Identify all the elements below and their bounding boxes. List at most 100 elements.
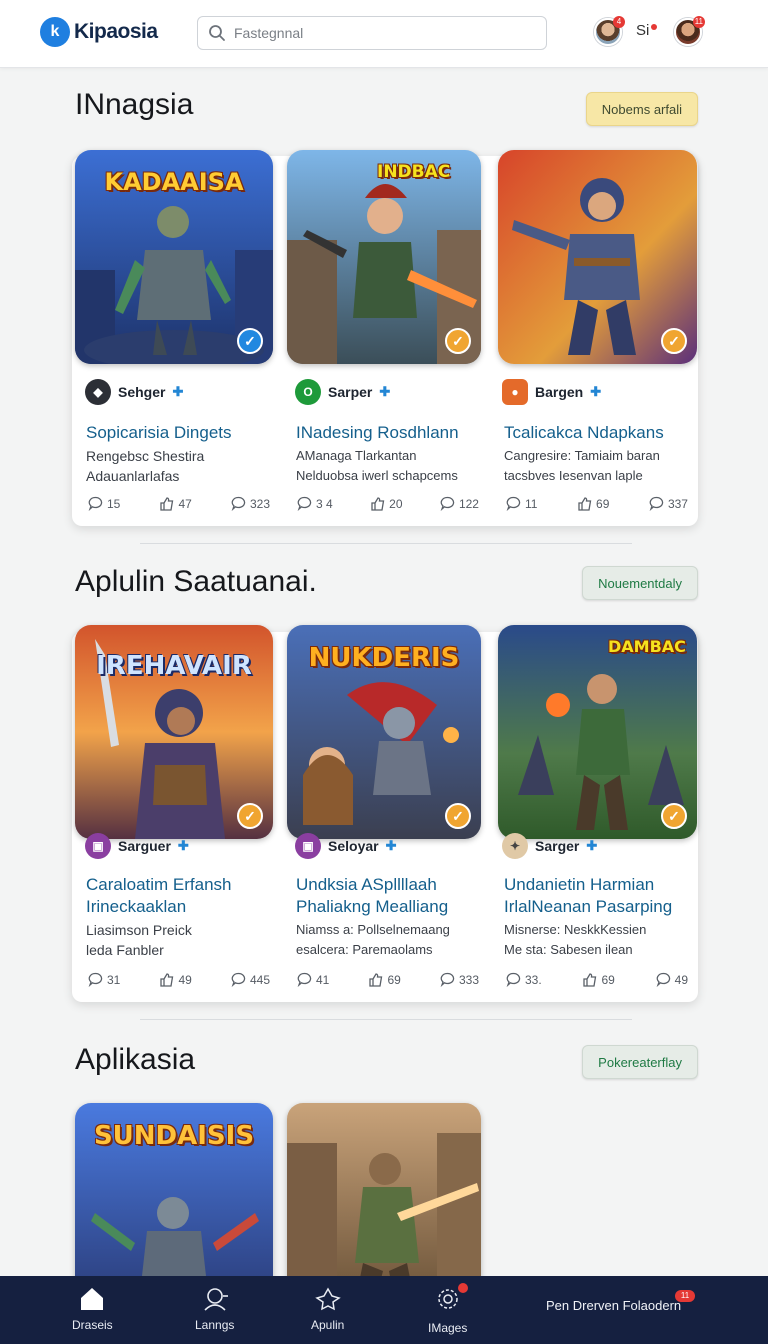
likes-stat[interactable]: 69	[368, 972, 401, 987]
comments-stat[interactable]: 15	[88, 496, 120, 511]
comment-icon	[231, 972, 246, 987]
app-logo[interactable]: k Kipaosia	[40, 16, 158, 48]
app-thumbnail[interactable]: KADAAISA ✓	[75, 150, 273, 364]
settings-icon-wrap	[434, 1283, 468, 1315]
thumbs-up-icon	[371, 497, 385, 511]
follow-icon[interactable]: ✚	[172, 384, 183, 400]
desc-line: Niamss a: Pollselnemaang	[296, 922, 450, 937]
user-avatar[interactable]: 4	[594, 16, 625, 46]
creator-info[interactable]: ✦ Sarger ✚	[502, 833, 597, 859]
desc-line: Me sta: Sabesen ilean	[504, 942, 633, 957]
creator-name: Sehger	[118, 384, 166, 400]
app-title[interactable]: Tcalicakca Ndapkans	[504, 422, 704, 444]
replies-stat[interactable]: 333	[440, 972, 479, 987]
follow-icon[interactable]: ✚	[178, 838, 189, 854]
creator-name: Sarguer	[118, 838, 171, 854]
follow-icon[interactable]: ✚	[379, 384, 390, 400]
verified-icon: ✓	[661, 803, 687, 829]
game-art-title: DAMBAC	[608, 637, 686, 656]
thumbs-up-icon	[160, 497, 174, 511]
replies-stat[interactable]: 445	[231, 972, 270, 987]
section-filter-button[interactable]: Nouementdaly	[582, 566, 698, 600]
reply-count: 333	[458, 972, 479, 987]
desc-line: AManaga Tlarkantan	[296, 448, 417, 463]
app-thumbnail[interactable]: DAMBAC ✓	[498, 625, 697, 839]
comment-icon	[656, 972, 670, 987]
section-filter-button[interactable]: Nobems arfali	[585, 92, 698, 126]
follow-icon[interactable]: ✚	[590, 384, 601, 400]
nav-apps[interactable]: Apulin	[311, 1286, 344, 1332]
creator-info[interactable]: O Sarper ✚	[295, 379, 390, 405]
thumbs-up-icon	[578, 497, 592, 511]
replies-stat[interactable]: 49	[656, 972, 688, 987]
creator-name: Bargen	[535, 384, 584, 400]
section-filter-button[interactable]: Pokereaterflay	[582, 1045, 698, 1079]
app-title[interactable]: Sopicarisia Dingets	[86, 422, 286, 444]
profile-avatar[interactable]: 11	[674, 16, 705, 46]
app-thumbnail[interactable]: IREHAVAIR ✓	[75, 625, 273, 839]
nav-label: Draseis	[72, 1318, 113, 1332]
app-thumbnail[interactable]: SUNDAISIS	[75, 1103, 273, 1303]
verified-icon: ✓	[445, 803, 471, 829]
nav-right-badge: 11	[675, 1290, 695, 1302]
app-thumbnail[interactable]: ✓	[498, 150, 697, 364]
app-description: Rengebsc Shestira Adauanlarlafas	[86, 446, 286, 486]
comment-icon	[297, 496, 312, 511]
comments-stat[interactable]: 11	[506, 496, 537, 511]
creator-avatar: ◆	[85, 379, 111, 405]
nav-label: Apulin	[311, 1318, 345, 1332]
nav-label: IMages	[428, 1321, 468, 1335]
likes-stat[interactable]: 69	[582, 972, 615, 987]
likes-stat[interactable]: 49	[159, 972, 192, 987]
replies-stat[interactable]: 337	[649, 496, 688, 511]
app-stats: 15 47 323	[88, 496, 270, 511]
home-icon	[81, 1288, 104, 1310]
comments-stat[interactable]: 31	[88, 972, 120, 987]
search-bar[interactable]	[197, 16, 547, 50]
reply-count: 337	[667, 496, 688, 511]
creator-info[interactable]: ▣ Sarguer ✚	[85, 833, 189, 859]
nav-profile[interactable]: Lanngs	[195, 1286, 234, 1332]
section-divider	[140, 543, 632, 544]
app-title[interactable]: INadesing Rosdhlann	[296, 422, 496, 444]
app-thumbnail[interactable]: INDBAC ✓	[287, 150, 481, 364]
creator-info[interactable]: ● Bargen ✚	[502, 379, 601, 405]
creator-name: Seloyar	[328, 838, 379, 854]
nav-settings[interactable]: IMages	[428, 1283, 468, 1335]
app-title[interactable]: Undanietin Harmian IrlalNeanan Pasarping	[504, 874, 684, 918]
comments-stat[interactable]: 33.	[506, 972, 542, 987]
like-count: 69	[387, 972, 401, 987]
likes-stat[interactable]: 20	[370, 496, 403, 511]
likes-stat[interactable]: 69	[577, 496, 609, 511]
app-thumbnail[interactable]	[287, 1103, 481, 1303]
like-count: 69	[601, 972, 615, 987]
nav-right-link[interactable]: Pen Drerven Folaodern	[546, 1298, 681, 1313]
desc-line: Nelduobsa iwerl schapcems	[296, 468, 458, 483]
reply-count: 445	[249, 972, 270, 987]
comments-stat[interactable]: 3 4	[297, 496, 333, 511]
comment-icon	[88, 972, 103, 987]
comments-stat[interactable]: 41	[297, 972, 329, 987]
top-header: k Kipaosia 4 Si 11	[0, 0, 768, 68]
app-stats: 31 49 445	[88, 972, 270, 987]
section-title: Aplulin Saatuanai.	[75, 565, 317, 598]
likes-stat[interactable]: 47	[159, 496, 192, 511]
creator-info[interactable]: ◆ Sehger ✚	[85, 379, 183, 405]
comment-icon	[440, 972, 455, 987]
search-input[interactable]	[234, 25, 524, 41]
comment-icon	[88, 496, 103, 511]
replies-stat[interactable]: 323	[231, 496, 270, 511]
app-title[interactable]: Caraloatim Erfansh Irineckaaklan	[86, 874, 266, 918]
status-indicator[interactable]: Si	[636, 22, 658, 39]
app-thumbnail[interactable]: NUKDERIS ✓	[287, 625, 481, 839]
status-label: Si	[636, 22, 650, 39]
reply-count: 323	[249, 496, 270, 511]
comment-count: 3 4	[316, 496, 333, 511]
desc-line: esalcera: Paremaolams	[296, 942, 433, 957]
follow-icon[interactable]: ✚	[586, 838, 597, 854]
nav-home[interactable]: Draseis	[72, 1286, 113, 1332]
app-title[interactable]: Undksia ASpllllaah Phaliakng Mealliang	[296, 874, 476, 918]
replies-stat[interactable]: 122	[440, 496, 479, 511]
creator-info[interactable]: ▣ Seloyar ✚	[295, 833, 397, 859]
follow-icon[interactable]: ✚	[386, 838, 397, 854]
